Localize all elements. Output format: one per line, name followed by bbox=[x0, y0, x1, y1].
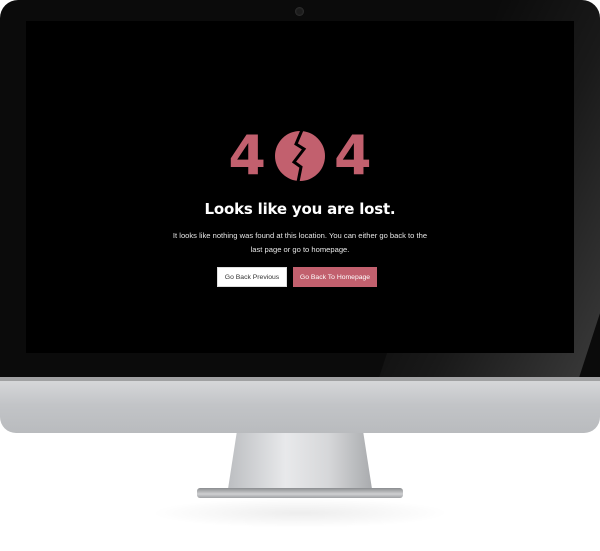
monitor-mockup: 4 4 Looks like you are lost. It looks li… bbox=[0, 0, 600, 551]
go-back-previous-button[interactable]: Go Back Previous bbox=[217, 267, 287, 287]
monitor-chin-shadow bbox=[0, 377, 600, 381]
monitor-stand-base bbox=[197, 488, 403, 498]
broken-circle-icon bbox=[275, 130, 325, 182]
camera-icon bbox=[295, 7, 304, 16]
go-back-homepage-button[interactable]: Go Back To Homepage bbox=[293, 267, 377, 287]
monitor-stand-neck bbox=[228, 433, 372, 489]
error-message: It looks like nothing was found at this … bbox=[172, 231, 428, 254]
error-code-digit-first: 4 bbox=[228, 124, 266, 187]
error-code-digit-last: 4 bbox=[334, 124, 372, 187]
monitor-bezel: 4 4 Looks like you are lost. It looks li… bbox=[0, 0, 600, 377]
stand-reflection bbox=[150, 498, 450, 528]
screen: 4 4 Looks like you are lost. It looks li… bbox=[26, 21, 574, 353]
error-code-404: 4 4 bbox=[26, 129, 574, 183]
monitor-chin bbox=[0, 377, 600, 433]
page-title: Looks like you are lost. bbox=[204, 200, 396, 218]
